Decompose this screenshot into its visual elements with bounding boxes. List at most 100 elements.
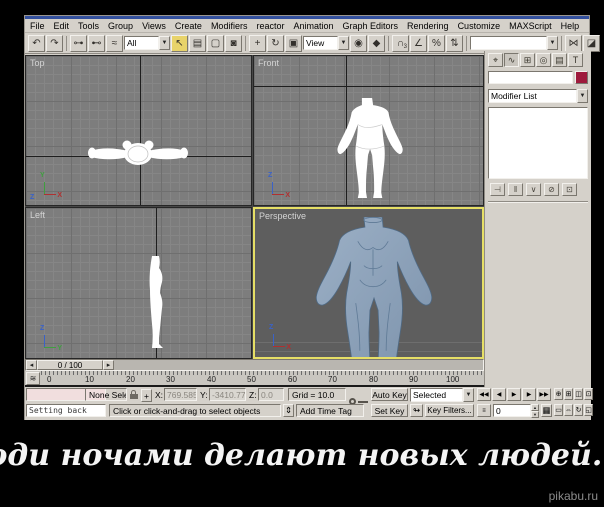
arc-rotate-icon[interactable]: ↻	[574, 404, 583, 416]
time-tag-arrows-icon[interactable]: ⇕	[283, 404, 294, 417]
modifier-stack-list[interactable]	[488, 107, 588, 179]
align-icon[interactable]: ◪	[583, 35, 600, 52]
selection-filter-dropdown[interactable]: All ▼	[124, 36, 170, 50]
model-left-view[interactable]	[144, 256, 166, 352]
set-key-button[interactable]: Set Key	[371, 404, 408, 417]
menu-maxscript[interactable]: MAXScript	[509, 21, 552, 31]
show-end-result-icon[interactable]: ‖	[508, 183, 523, 196]
mini-curve-editor-icon[interactable]: ≋	[26, 372, 40, 385]
spinner-snap-toggle[interactable]: ⇅	[446, 35, 463, 52]
model-top-view[interactable]	[88, 136, 188, 172]
mirror-icon[interactable]: ⋈	[565, 35, 582, 52]
bind-to-spacewarp-icon[interactable]: ≈	[106, 35, 123, 52]
make-unique-icon[interactable]: ∨	[526, 183, 541, 196]
percent-snap-toggle[interactable]: %	[428, 35, 445, 52]
remove-modifier-icon[interactable]: ⊘	[544, 183, 559, 196]
zoom-extents-all-icon[interactable]: ⊡	[584, 388, 593, 400]
viewport-top[interactable]: Top Y X Z	[25, 55, 252, 206]
key-mode-toggle-icon[interactable]: ≡	[477, 404, 491, 417]
menu-animation[interactable]: Animation	[293, 21, 333, 31]
model-perspective-view[interactable]	[307, 217, 439, 359]
named-selection-sets-dropdown[interactable]: ▼	[470, 36, 558, 50]
spinner-down-icon[interactable]: ▼	[531, 411, 539, 418]
tab-display-icon[interactable]: ▤	[552, 53, 567, 67]
object-name-field[interactable]	[488, 71, 573, 84]
go-to-start-icon[interactable]: ◀◀	[477, 388, 491, 401]
tab-create-icon[interactable]: ⌖	[488, 53, 503, 67]
key-selection-dropdown[interactable]: Selected ▼	[410, 388, 474, 402]
frame-spinner[interactable]: ▲ ▼	[531, 404, 539, 417]
absolute-offset-toggle-icon[interactable]: +	[141, 389, 152, 402]
track-bar[interactable]: ≋ 0 10 20 30 40 50 60 70 80 90 100	[25, 371, 484, 387]
menu-graph-editors[interactable]: Graph Editors	[343, 21, 399, 31]
previous-frame-icon[interactable]: ◀	[492, 388, 506, 401]
viewport-perspective[interactable]: Perspective	[253, 207, 484, 359]
snap-toggle-button[interactable]: ∩3	[392, 35, 409, 52]
menu-modifiers[interactable]: Modifiers	[211, 21, 248, 31]
min-max-toggle-icon[interactable]: ◱	[584, 404, 593, 416]
menu-help[interactable]: Help	[561, 21, 580, 31]
viewport-front[interactable]: Front Z X	[253, 55, 484, 206]
menu-group[interactable]: Group	[108, 21, 133, 31]
menu-edit[interactable]: Edit	[54, 21, 70, 31]
select-by-name-button[interactable]: ▤	[189, 35, 206, 52]
pin-stack-icon[interactable]: ⊣	[490, 183, 505, 196]
zoom-all-icon[interactable]: ⊞	[564, 388, 573, 400]
select-object-button[interactable]: ↖	[171, 35, 188, 52]
trajectories-icon[interactable]: ↬	[410, 404, 423, 417]
time-slider-next-icon[interactable]: ▸	[103, 360, 114, 370]
time-slider-prev-icon[interactable]: ◂	[26, 360, 37, 370]
chevron-down-icon[interactable]: ▼	[338, 36, 349, 50]
auto-key-button[interactable]: Auto Key	[371, 388, 408, 401]
time-slider-handle[interactable]: 0 / 100	[37, 360, 103, 370]
select-and-scale-button[interactable]: ▣	[285, 35, 302, 52]
menu-rendering[interactable]: Rendering	[407, 21, 449, 31]
menu-customize[interactable]: Customize	[458, 21, 501, 31]
coord-z-value[interactable]: 0.0	[258, 388, 284, 401]
selection-lock-icon[interactable]	[129, 388, 139, 401]
chevron-down-icon[interactable]: ▼	[577, 89, 588, 103]
chevron-down-icon[interactable]: ▼	[463, 388, 474, 402]
modifier-list-dropdown[interactable]: Modifier List ▼	[488, 89, 588, 103]
reference-coordinate-dropdown[interactable]: View ▼	[303, 36, 349, 50]
coord-x-value[interactable]: 769.585	[164, 388, 197, 401]
coord-y-value[interactable]: -3410.771	[209, 388, 246, 401]
rectangular-selection-region-button[interactable]: ▢	[207, 35, 224, 52]
pan-icon[interactable]: ⇔	[564, 404, 573, 416]
chevron-down-icon[interactable]: ▼	[547, 36, 558, 50]
model-front-view[interactable]	[326, 98, 408, 200]
go-to-end-icon[interactable]: ▶▶	[537, 388, 551, 401]
zoom-extents-icon[interactable]: ◫	[574, 388, 583, 400]
redo-icon[interactable]: ↷	[46, 35, 63, 52]
tab-hierarchy-icon[interactable]: ⊞	[520, 53, 535, 67]
tab-motion-icon[interactable]: ◎	[536, 53, 551, 67]
chevron-down-icon[interactable]: ▼	[159, 36, 170, 50]
viewport-left[interactable]: Left Z Y	[25, 207, 252, 359]
select-and-rotate-button[interactable]: ↻	[267, 35, 284, 52]
menu-views[interactable]: Views	[142, 21, 166, 31]
play-button-icon[interactable]: ▶	[507, 388, 521, 401]
select-and-manipulate-button[interactable]: ◆	[368, 35, 385, 52]
angle-snap-toggle[interactable]: ∠	[410, 35, 427, 52]
menu-tools[interactable]: Tools	[78, 21, 99, 31]
time-configuration-icon[interactable]: ▦	[541, 404, 552, 417]
add-time-tag-label[interactable]: Add Time Tag	[296, 404, 364, 417]
window-crossing-toggle[interactable]: ◙	[225, 35, 242, 52]
tab-modify-icon[interactable]: ∿	[504, 53, 519, 67]
undo-icon[interactable]: ↶	[28, 35, 45, 52]
select-and-move-button[interactable]: +	[249, 35, 266, 52]
menu-create[interactable]: Create	[175, 21, 202, 31]
select-and-link-icon[interactable]: ⊶	[70, 35, 87, 52]
use-pivot-point-button[interactable]: ◉	[350, 35, 367, 52]
zoom-icon[interactable]: ⊕	[554, 388, 563, 400]
field-of-view-icon[interactable]: ▭	[554, 404, 563, 416]
current-frame-field[interactable]: 0	[493, 404, 531, 417]
unlink-selection-icon[interactable]: ⊷	[88, 35, 105, 52]
object-color-swatch[interactable]	[575, 71, 588, 84]
menu-reactor[interactable]: reactor	[256, 21, 284, 31]
tab-utilities-icon[interactable]: T	[568, 53, 583, 67]
configure-modifier-sets-icon[interactable]: ⊡	[562, 183, 577, 196]
menu-file[interactable]: File	[30, 21, 45, 31]
key-filters-button[interactable]: Key Filters...	[425, 404, 474, 417]
spinner-up-icon[interactable]: ▲	[531, 404, 539, 411]
